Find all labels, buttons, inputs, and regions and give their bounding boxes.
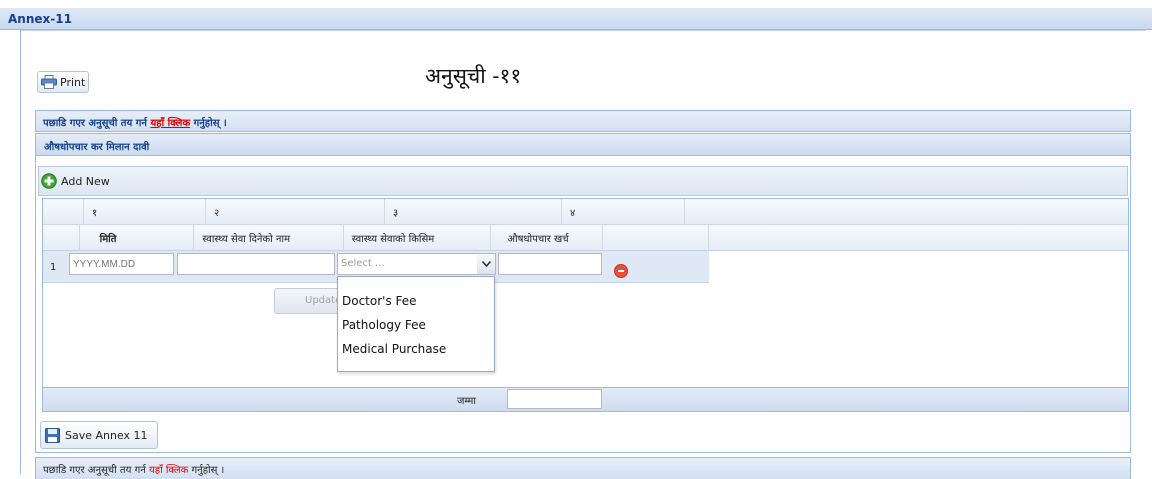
column-header-filler [709, 225, 1128, 251]
option-pathology-fee[interactable]: Pathology Fee [342, 318, 426, 332]
notice-link[interactable]: यहाँ क्लिक [150, 118, 190, 129]
bottom-notice: पछाडि गएर अनुसूची तय गर्न यहाँ क्लिक गर्… [35, 457, 1131, 479]
add-new-button[interactable]: Add New [41, 171, 110, 191]
annex-header [0, 8, 1152, 30]
service-type-select[interactable]: Select ... [337, 253, 478, 275]
service-type-options: Doctor's Fee Pathology Fee Medical Purch… [337, 276, 495, 372]
minus-circle-icon[interactable] [614, 264, 628, 278]
amount-input[interactable] [498, 253, 602, 275]
top-notice: पछाडि गएर अनुसूची तय गर्न यहाँ क्लिक गर्… [35, 110, 1131, 132]
page-title: अनुसूची -११ [425, 64, 522, 88]
total-label: जम्मा [457, 396, 476, 407]
print-button[interactable]: Print [37, 71, 89, 93]
claim-panel-title: औषधोपचार कर मिलान दावी [36, 134, 1130, 156]
grid-toolbar [38, 166, 1128, 196]
plus-circle-icon [41, 173, 57, 189]
add-new-label: Add New [61, 174, 110, 188]
annex-title: Annex-11 [8, 12, 72, 26]
floppy-disk-icon [45, 427, 60, 443]
column-number-row: १ २ ३ ४ [43, 199, 1128, 237]
provider-input[interactable] [177, 253, 335, 275]
total-field[interactable] [507, 389, 602, 409]
chevron-down-icon [481, 261, 491, 267]
column-header-row: मिति स्वास्थ्य सेवा दिनेको नाम स्वास्थ्य… [43, 225, 709, 263]
update-button[interactable]: Update [274, 288, 344, 314]
option-medical-purchase[interactable]: Medical Purchase [342, 342, 446, 356]
row-number: 1 [50, 262, 57, 273]
printer-icon [41, 75, 57, 89]
notice-prefix: पछाडि गएर अनुसूची तय गर्न [43, 118, 147, 129]
service-type-dropdown-trigger[interactable] [477, 253, 496, 275]
bottom-notice-link[interactable]: यहाँ क्लिक [149, 465, 188, 476]
bottom-notice-suffix: गर्नुहोस् । [191, 465, 225, 476]
save-annex-button[interactable]: Save Annex 11 [40, 421, 158, 449]
notice-suffix: गर्नुहोस् । [193, 118, 227, 129]
bottom-notice-prefix: पछाडि गएर अनुसूची तय गर्न [43, 465, 146, 476]
option-doctors-fee[interactable]: Doctor's Fee [342, 294, 417, 308]
date-input[interactable] [69, 253, 174, 275]
print-button-label: Print [60, 75, 86, 89]
save-annex-label: Save Annex 11 [65, 428, 148, 442]
